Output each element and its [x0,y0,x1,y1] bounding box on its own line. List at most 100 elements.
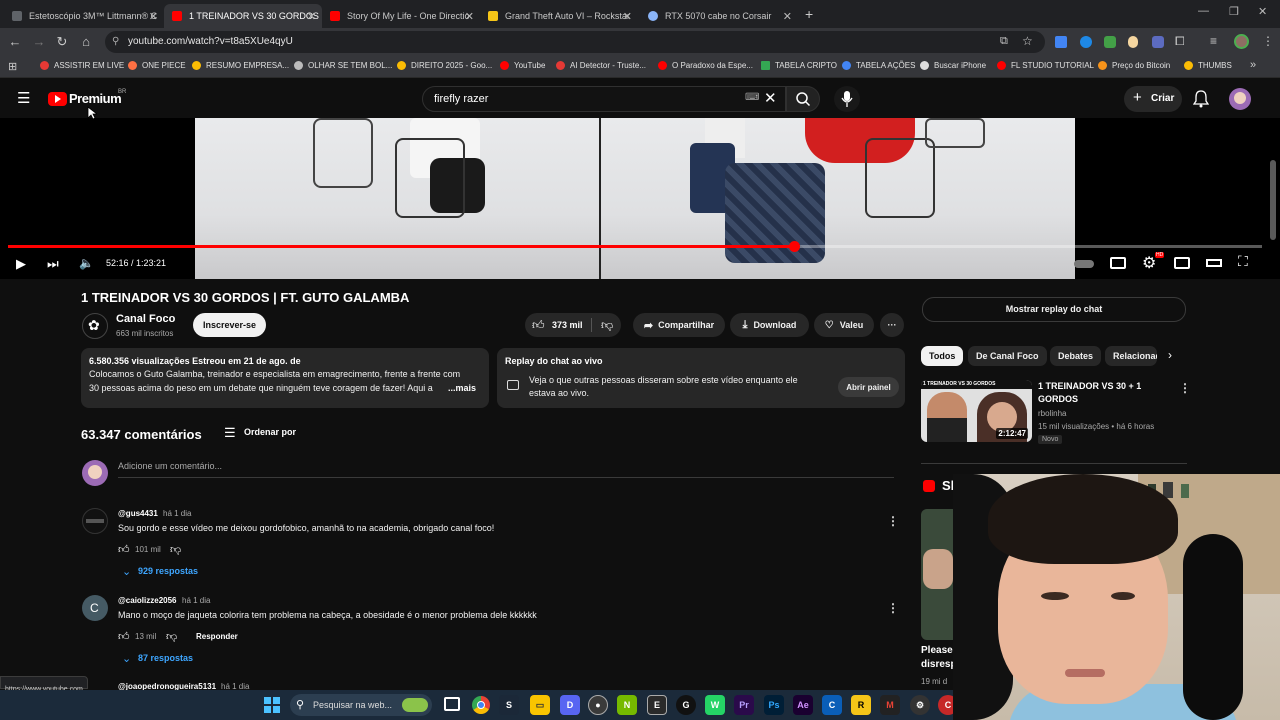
extension-icon[interactable] [1152,36,1164,48]
bookmark-item[interactable]: ASSISTIR EM LIVE [40,61,124,70]
short-thumbnail[interactable] [921,509,955,640]
premiere-pro-icon[interactable]: Pr [734,695,754,715]
bookmark-item[interactable]: RESUMO EMPRESA... [192,61,289,70]
bookmark-item[interactable]: YouTube [500,61,545,70]
bookmark-item[interactable]: FL STUDIO TUTORIAL [997,61,1094,70]
chrome-icon[interactable] [472,696,490,714]
photoshop-icon[interactable]: Ps [764,695,784,715]
extensions-puzzle-icon[interactable]: ⧠ [1175,34,1185,49]
chevron-down-icon[interactable]: ⌄ [122,565,131,578]
tab-close-icon[interactable]: ✕ [465,10,474,23]
comment-like-icon[interactable]: 👍︎ [118,630,130,643]
channel-name[interactable]: Canal Foco [116,313,175,325]
autoplay-toggle[interactable] [1074,260,1094,268]
short-title[interactable]: disresp [921,659,957,670]
bookmark-item[interactable]: ONE PIECE [128,61,186,70]
download-button[interactable]: ⤓ Download [730,313,809,337]
show-chat-replay-button[interactable]: Mostrar replay do chat [922,297,1186,322]
extension-icon[interactable] [1104,36,1116,48]
taskbar-search[interactable]: ⚲ Pesquisar na web... [290,694,432,716]
more-actions-button[interactable]: ··· [880,313,904,337]
more-bookmarks-icon[interactable]: » [1250,59,1256,71]
dislike-icon[interactable]: 👎︎ [601,318,613,333]
bookmark-item[interactable]: Buscar iPhone [920,61,986,70]
next-video-icon[interactable]: ⏭ [47,256,59,272]
reply-button[interactable]: Responder [196,632,238,641]
open-panel-button[interactable]: Abrir painel [838,377,899,397]
thanks-button[interactable]: ♡ Valeu [814,313,874,337]
bookmark-item[interactable]: OLHAR SE TEM BOL... [294,61,392,70]
steam-icon[interactable]: S [499,695,519,715]
youtube-logo-icon[interactable] [48,92,67,106]
nvidia-icon[interactable]: N [617,695,637,715]
capcut-icon[interactable]: C [822,695,842,715]
gmail-icon[interactable]: M [880,695,900,715]
bookmark-item[interactable]: THUMBS [1184,61,1232,70]
bookmark-item[interactable]: TABELA AÇÕES [842,61,915,70]
replies-toggle[interactable]: 929 respostas [138,566,198,576]
after-effects-icon[interactable]: Ae [793,695,813,715]
hamburger-menu-icon[interactable]: ☰ [17,89,30,107]
restore-icon[interactable]: ❐ [1229,5,1239,18]
forward-icon[interactable]: → [31,34,47,49]
short-title[interactable]: Please [921,645,953,656]
keyboard-icon[interactable]: ⌨ [745,92,759,103]
comment-author[interactable]: @caiolizze2056 [118,596,177,605]
chip-all[interactable]: Todos [921,346,964,366]
bookmark-star-icon[interactable]: ☆ [1022,34,1033,48]
epic-games-icon[interactable]: E [647,695,667,715]
replies-toggle[interactable]: 87 respostas [138,653,193,663]
bookmark-item[interactable]: TABELA CRIPTO [761,61,837,70]
close-window-icon[interactable]: ✕ [1258,5,1267,18]
comment-like-icon[interactable]: 👍︎ [118,543,130,556]
bookmark-item[interactable]: AI Detector - Truste... [556,61,646,70]
settings-icon[interactable]: ⚙ [910,695,930,715]
translate-extension-icon[interactable] [1055,36,1067,48]
sort-by-button[interactable]: Ordenar por [244,427,296,437]
bookmark-item[interactable]: O Paradoxo da Espe... [658,61,753,70]
media-control-icon[interactable]: ≡ [1210,34,1217,48]
comment-menu-icon[interactable]: ⋮ [887,601,899,615]
whatsapp-icon[interactable]: W [705,695,725,715]
like-icon[interactable]: 👍︎ [532,318,545,333]
minimize-icon[interactable]: — [1198,5,1209,17]
show-more-link[interactable]: ...mais [448,383,476,393]
reload-icon[interactable]: ↻ [54,34,70,50]
browser-menu-icon[interactable]: ⋮ [1262,34,1274,48]
search-input[interactable]: firefly razer [434,93,488,105]
browser-tab[interactable]: Estetoscópio 3M™ Littmann® C ✕ [4,4,164,28]
tab-close-icon[interactable]: ✕ [623,10,632,23]
youtube-premium-logo[interactable]: Premium [69,91,122,106]
recommended-menu-icon[interactable]: ⋮ [1179,381,1191,395]
github-icon[interactable]: G [676,695,696,715]
url-text[interactable]: youtube.com/watch?v=t8a5XUe4qyU [128,36,293,47]
notifications-bell-icon[interactable] [1193,90,1209,108]
tab-close-icon[interactable]: ✕ [783,10,792,23]
rockstar-launcher-icon[interactable]: R [851,695,871,715]
recommended-video-thumbnail[interactable]: 1 TREINADOR VS 30 GORDOS 2:12:47 [921,380,1032,442]
profile-avatar[interactable] [1234,34,1249,49]
comment-time[interactable]: há 1 dia [163,509,191,518]
extension-icon[interactable] [1128,36,1138,48]
like-count[interactable]: 373 mil [552,320,583,330]
recommended-title[interactable]: 1 TREINADOR VS 30 + 1 [1038,381,1141,391]
bookmark-item[interactable]: DIREITO 2025 - Goo... [397,61,492,70]
chevron-down-icon[interactable]: ⌄ [122,652,131,665]
channel-avatar[interactable]: ✿ [82,313,108,339]
chevron-right-icon[interactable]: › [1168,348,1172,362]
commenter-avatar[interactable]: C [82,595,108,621]
sort-icon[interactable]: ☰ [224,425,236,441]
comment-menu-icon[interactable]: ⋮ [887,514,899,528]
windows-start-icon[interactable] [264,697,280,713]
chip-debates[interactable]: Debates [1050,346,1102,366]
fullscreen-icon[interactable]: ⛶ [1238,253,1248,270]
extension-icon[interactable] [1080,36,1092,48]
file-explorer-icon[interactable]: ▭ [530,695,550,715]
tab-close-icon[interactable]: ✕ [307,10,316,23]
comment-author[interactable]: @gus4431 [118,509,158,518]
comment-dislike-icon[interactable]: 👎︎ [166,630,177,643]
home-icon[interactable]: ⌂ [78,34,94,49]
tab-close-icon[interactable]: ✕ [149,10,158,23]
site-info-icon[interactable]: ⚲ [112,36,119,47]
miniplayer-icon[interactable] [1174,257,1190,269]
